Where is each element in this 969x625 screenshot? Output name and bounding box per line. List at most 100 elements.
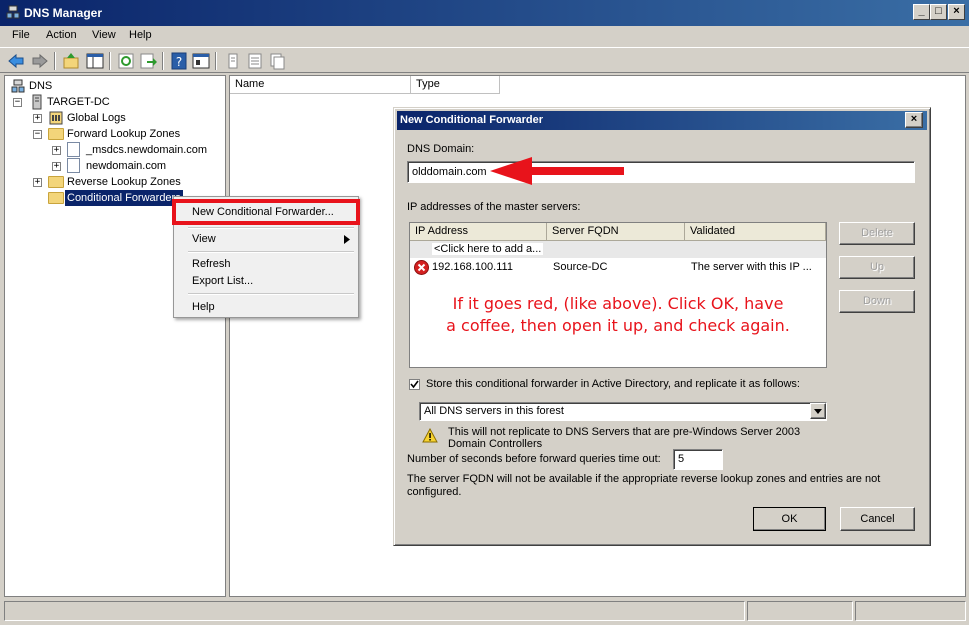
tree-label: _msdcs.newdomain.com — [86, 144, 208, 156]
up-icon[interactable] — [61, 51, 81, 71]
replication-scope-select[interactable]: All DNS servers in this forest — [419, 402, 827, 421]
expand-icon[interactable]: + — [52, 146, 61, 155]
toolbar: ? — [0, 47, 969, 73]
new-conditional-forwarder-dialog: New Conditional Forwarder × DNS Domain: … — [393, 107, 931, 546]
grid-row[interactable]: 192.168.100.111 Source-DC The server wit… — [410, 259, 826, 277]
dns-root-icon — [11, 79, 25, 93]
timeout-input[interactable]: 5 — [673, 449, 723, 470]
annotation-highlight-box — [172, 199, 360, 225]
master-servers-grid[interactable]: IP Address Server FQDN Validated <Click … — [409, 222, 827, 368]
menu-bar: File Action View Help — [0, 26, 969, 46]
toolbar-separator — [215, 52, 217, 70]
down-button[interactable]: Down — [839, 290, 915, 313]
row-fqdn: Source-DC — [553, 261, 608, 273]
back-icon[interactable] — [6, 51, 26, 71]
error-icon — [414, 260, 429, 275]
tree-label: Reverse Lookup Zones — [67, 176, 181, 188]
column-header-type[interactable]: Type — [411, 76, 500, 94]
dialog-close-button[interactable]: × — [905, 112, 923, 128]
zone-icon — [67, 142, 80, 157]
dropdown-button[interactable] — [810, 403, 826, 419]
copy-icon[interactable] — [267, 51, 287, 71]
grid-header-ip[interactable]: IP Address — [410, 223, 547, 241]
status-bar — [4, 601, 966, 622]
tree-item-global-logs[interactable]: + Global Logs — [5, 110, 205, 126]
document-icon[interactable] — [223, 51, 243, 71]
grid-header-fqdn[interactable]: Server FQDN — [547, 223, 685, 241]
refresh-icon[interactable] — [116, 51, 136, 71]
properties-icon[interactable] — [191, 51, 211, 71]
tree-item-msdcs-zone[interactable]: + _msdcs.newdomain.com — [5, 142, 220, 158]
dns-manager-icon — [6, 5, 20, 19]
maximize-button[interactable]: □ — [930, 4, 947, 20]
timeout-label: Number of seconds before forward queries… — [407, 453, 661, 465]
fqdn-note-line2: configured. — [407, 486, 462, 498]
delete-button[interactable]: Delete — [839, 222, 915, 245]
tree-item-reverse-lookup-zones[interactable]: + Reverse Lookup Zones — [5, 174, 215, 190]
tree-item-target-dc[interactable]: − TARGET-DC — [5, 94, 205, 110]
dns-domain-label: DNS Domain: — [407, 143, 475, 155]
minimize-button[interactable]: _ — [913, 4, 930, 20]
menu-item-export-list[interactable]: Export List... — [192, 275, 253, 287]
dialog-title-bar: New Conditional Forwarder — [397, 111, 927, 130]
tree-label: TARGET-DC — [47, 96, 110, 108]
expand-icon[interactable]: + — [33, 178, 42, 187]
collapse-icon[interactable]: − — [13, 98, 22, 107]
expand-icon[interactable]: + — [52, 162, 61, 171]
master-servers-label: IP addresses of the master servers: — [407, 201, 581, 213]
close-button[interactable]: × — [948, 4, 965, 20]
warning-text-line1: This will not replicate to DNS Servers t… — [448, 426, 801, 438]
toolbar-separator — [162, 52, 164, 70]
menu-item-help[interactable]: Help — [192, 301, 215, 313]
expand-icon[interactable]: + — [33, 114, 42, 123]
folder-icon — [48, 128, 64, 140]
up-button[interactable]: Up — [839, 256, 915, 279]
menu-separator — [188, 293, 354, 295]
tree-label: Forward Lookup Zones — [67, 128, 181, 140]
help-icon[interactable]: ? — [169, 51, 189, 71]
menu-item-refresh[interactable]: Refresh — [192, 258, 231, 270]
submenu-arrow-icon — [344, 235, 350, 244]
cancel-button[interactable]: Cancel — [840, 507, 915, 531]
tree-label: Global Logs — [67, 112, 126, 124]
forward-icon[interactable] — [30, 51, 50, 71]
show-hide-tree-icon[interactable] — [85, 51, 105, 71]
dns-domain-input[interactable]: olddomain.com — [407, 161, 915, 183]
collapse-icon[interactable]: − — [33, 130, 42, 139]
menu-help[interactable]: Help — [129, 29, 152, 41]
tree-label-selected: Conditional Forwarders — [65, 190, 183, 206]
annotation-arrow-icon — [490, 157, 624, 185]
grid-header-validated[interactable]: Validated — [685, 223, 826, 241]
warning-text-line2: Domain Controllers — [448, 438, 543, 450]
ok-button[interactable]: OK — [753, 507, 826, 531]
tree-item-forward-lookup-zones[interactable]: − Forward Lookup Zones — [5, 126, 215, 142]
tree-item-dns[interactable]: DNS — [5, 78, 205, 94]
column-header-name[interactable]: Name — [230, 76, 411, 94]
server-icon — [32, 94, 42, 110]
grid-add-row[interactable]: <Click here to add a... — [410, 241, 826, 258]
zone-icon — [67, 158, 80, 173]
add-row-text: <Click here to add a... — [432, 243, 544, 255]
row-ip: 192.168.100.111 — [432, 261, 513, 273]
annotation-text-line1: If it goes red, (like above). Click OK, … — [452, 294, 784, 313]
title-bar: DNS Manager _ □ × — [0, 0, 969, 26]
toolbar-separator — [54, 52, 56, 70]
log-icon — [49, 111, 63, 125]
menu-file[interactable]: File — [12, 29, 30, 41]
window-title: DNS Manager — [24, 6, 103, 20]
toolbar-separator — [109, 52, 111, 70]
fqdn-note-line1: The server FQDN will not be available if… — [407, 473, 881, 485]
tree-item-newdomain-zone[interactable]: + newdomain.com — [5, 158, 220, 174]
export-icon[interactable] — [138, 51, 158, 71]
annotation-text-line2: a coffee, then open it up, and check aga… — [446, 316, 790, 335]
menu-action[interactable]: Action — [46, 29, 77, 41]
status-cell — [747, 601, 853, 621]
store-in-ad-checkbox[interactable] — [409, 379, 420, 390]
console-tree[interactable]: DNS − TARGET-DC + Global Logs − Forward … — [4, 75, 226, 597]
store-in-ad-label: Store this conditional forwarder in Acti… — [426, 378, 800, 390]
list-icon[interactable] — [245, 51, 265, 71]
menu-view[interactable]: View — [92, 29, 116, 41]
menu-separator — [188, 227, 354, 229]
menu-item-view[interactable]: View — [192, 233, 216, 245]
warning-icon — [422, 428, 438, 443]
